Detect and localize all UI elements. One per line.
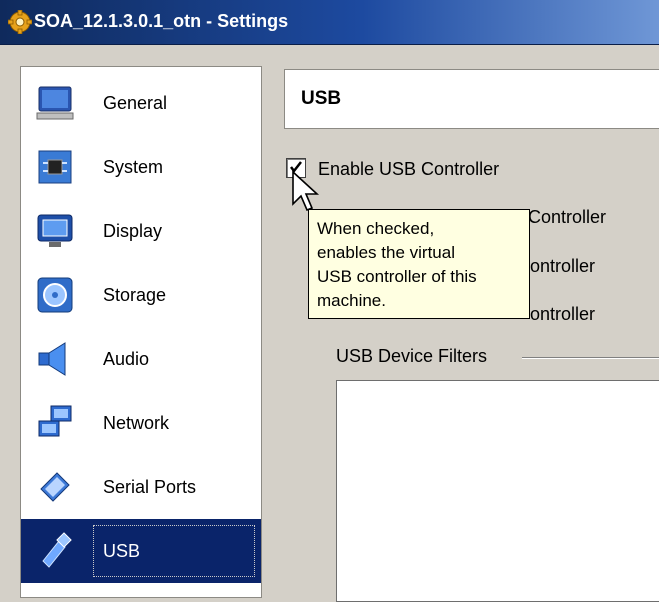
- sidebar-item-network[interactable]: Network: [21, 391, 261, 455]
- page-title: USB: [301, 88, 342, 109]
- sidebar-item-label: Serial Ports: [103, 477, 197, 497]
- chip-icon: [38, 150, 72, 184]
- window-title: SOA_12.1.3.0.1_otn - Settings: [34, 11, 289, 31]
- speaker-icon: [38, 342, 66, 376]
- sidebar-item-display[interactable]: Display: [21, 199, 261, 263]
- tooltip-line: USB controller of this: [317, 267, 477, 286]
- controller-option-1-label[interactable]: Controller: [528, 207, 606, 228]
- controller-option-3-label[interactable]: ontroller: [530, 304, 595, 325]
- display-icon: [37, 214, 73, 247]
- usb-icon: [42, 532, 72, 568]
- tooltip-line: machine.: [317, 291, 386, 310]
- serial-port-icon: [40, 472, 70, 502]
- sidebar-item-system[interactable]: System: [21, 135, 261, 199]
- controller-option-2-label[interactable]: ontroller: [530, 256, 595, 277]
- sidebar-item-usb[interactable]: USB: [21, 519, 261, 583]
- settings-window: General System Display Storage Audio Net…: [0, 45, 659, 602]
- mouse-cursor-icon: [292, 170, 320, 212]
- settings-sidebar: General System Display Storage Audio Net…: [20, 66, 262, 598]
- tooltip-line: enables the virtual: [317, 243, 455, 262]
- network-icon: [38, 405, 72, 437]
- tooltip: When checked, enables the virtual USB co…: [308, 209, 530, 319]
- sidebar-item-label: System: [103, 157, 164, 177]
- window-titlebar[interactable]: SOA_12.1.3.0.1_otn - Settings: [0, 0, 659, 45]
- monitor-icon: [36, 86, 74, 120]
- sidebar-item-audio[interactable]: Audio: [21, 327, 261, 391]
- sidebar-item-label: Audio: [103, 349, 150, 369]
- tooltip-line: When checked,: [317, 219, 435, 238]
- sidebar-item-serial-ports[interactable]: Serial Ports: [21, 455, 261, 519]
- group-separator: [522, 357, 659, 359]
- sidebar-item-label: Storage: [103, 285, 167, 305]
- storage-disk-icon: [37, 277, 73, 313]
- enable-usb-label[interactable]: Enable USB Controller: [318, 159, 499, 180]
- section-header: USB: [284, 69, 659, 129]
- sidebar-item-general[interactable]: General: [21, 71, 261, 135]
- filters-group-label: USB Device Filters: [336, 346, 488, 366]
- sidebar-item-label: USB: [103, 541, 141, 561]
- usb-filters-list[interactable]: [336, 380, 659, 602]
- gear-icon: [8, 10, 32, 34]
- sidebar-item-storage[interactable]: Storage: [21, 263, 261, 327]
- sidebar-item-label: General: [103, 93, 168, 113]
- sidebar-item-label: Display: [103, 221, 163, 241]
- sidebar-item-label: Network: [103, 413, 170, 433]
